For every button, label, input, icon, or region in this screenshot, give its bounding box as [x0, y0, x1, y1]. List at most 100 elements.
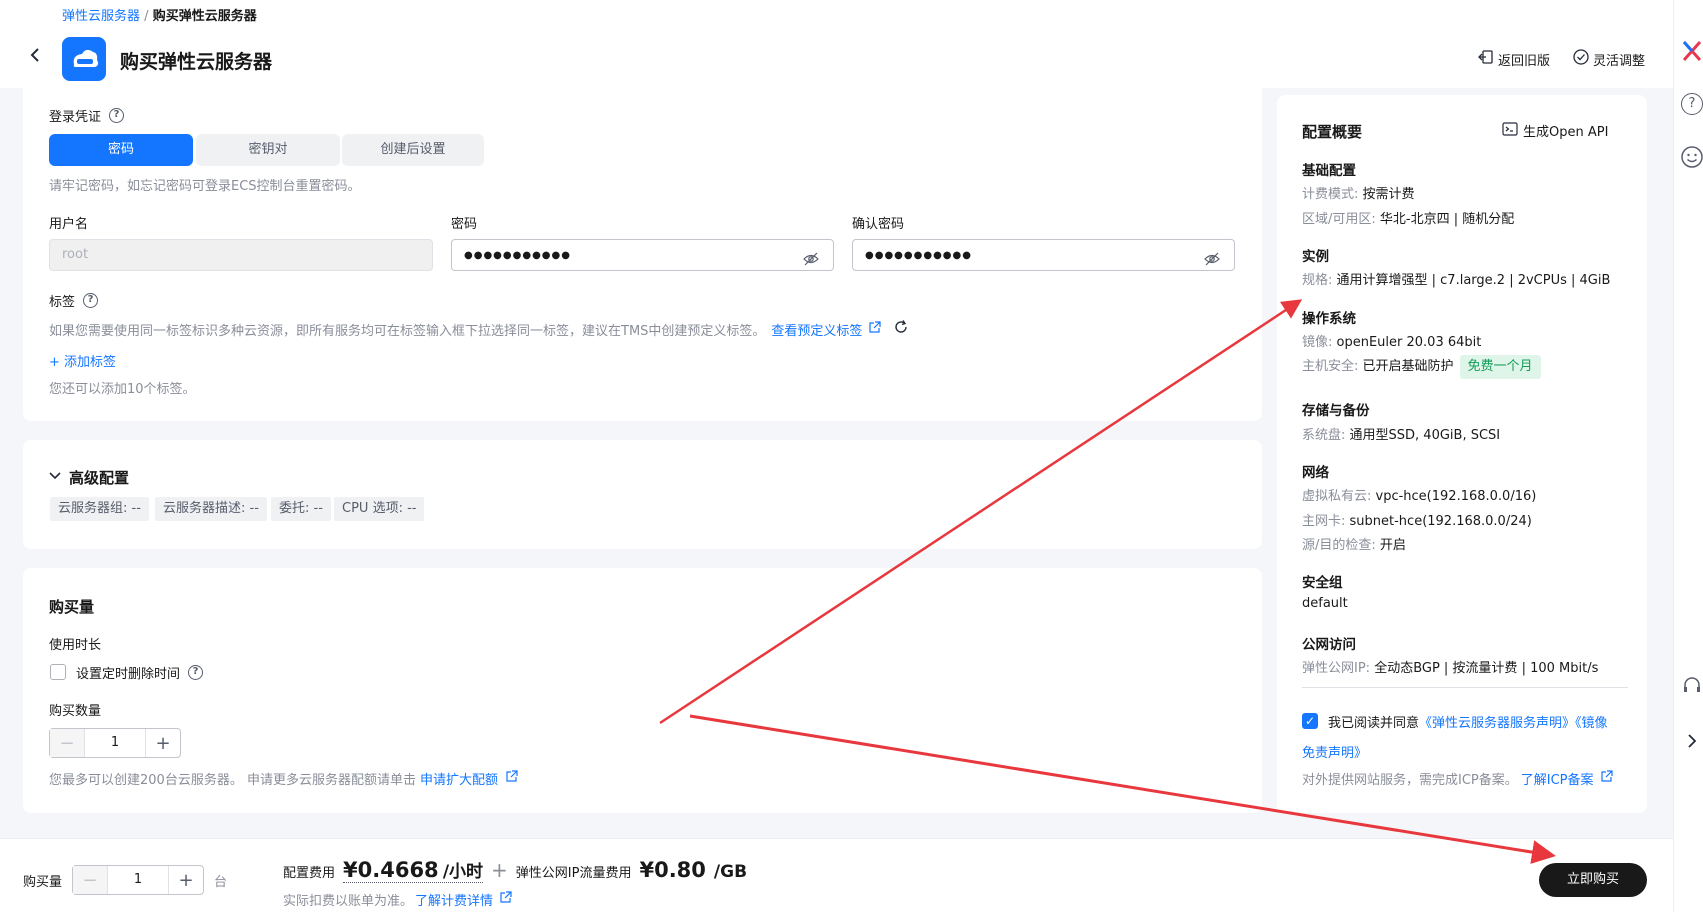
qty-stepper[interactable]: − 1 +	[49, 728, 181, 758]
summary-eip-key: 弹性公网IP:	[1302, 661, 1375, 676]
summary-network-heading: 网络	[1302, 465, 1329, 481]
minus-icon[interactable]: −	[73, 866, 107, 894]
eip-fee-label: 弹性公网IP流量费用	[515, 866, 632, 881]
qty-value[interactable]: 1	[84, 729, 146, 757]
summary-billing-key: 计费模式:	[1302, 187, 1363, 202]
summary-eip-value: 全动态BGP | 按流量计费 | 100 Mbit/s	[1374, 661, 1599, 676]
login-label: 登录凭证	[49, 110, 102, 125]
agree-checkbox[interactable]: ✓	[1302, 713, 1318, 729]
ecs-logo-icon	[62, 37, 106, 81]
help-icon[interactable]: ?	[188, 665, 204, 680]
summary-host-security-value: 已开启基础防护	[1362, 359, 1454, 374]
external-link-icon	[499, 891, 512, 908]
login-tab-keypair[interactable]: 密钥对	[196, 134, 340, 166]
summary-title: 配置概要	[1302, 123, 1363, 141]
breadcrumb-parent-link[interactable]: 弹性云服务器	[62, 9, 140, 24]
summary-os-heading: 操作系统	[1302, 311, 1356, 327]
purchase-title: 购买量	[49, 598, 95, 616]
summary-card	[1277, 95, 1647, 813]
advanced-chip-agency: 委托: --	[271, 497, 331, 521]
summary-vpc-value: vpc-hce(192.168.0.0/16)	[1375, 489, 1537, 504]
flex-adjust-label: 灵活调整	[1593, 53, 1646, 69]
summary-spec-value: 通用计算增强型 | c7.large.2 | 2vCPUs | 4GiB	[1336, 273, 1611, 288]
tags-hint: 如果您需要使用同一标签标识多种云资源，即所有服务均可在标签输入框下拉选择同一标签…	[49, 323, 766, 339]
icp-link[interactable]: 了解ICP备案	[1521, 769, 1594, 788]
exit-icon	[1478, 49, 1494, 69]
login-tab-after-create[interactable]: 创建后设置	[342, 134, 484, 166]
summary-spec: 规格: 通用计算增强型 | c7.large.2 | 2vCPUs | 4GiB	[1302, 269, 1610, 288]
service-statement-link[interactable]: 《弹性云服务器服务声明》《镜像	[1419, 716, 1608, 731]
summary-public-heading: 公网访问	[1302, 637, 1356, 653]
advanced-chip-description: 云服务器描述: --	[155, 497, 267, 521]
agree-text: 我已阅读并同意《弹性云服务器服务声明》《镜像	[1328, 712, 1608, 731]
config-fee-unit: /小时	[442, 862, 484, 882]
summary-divider	[1302, 687, 1628, 688]
tags-label-row: 标签 ?	[49, 291, 99, 310]
eye-off-icon[interactable]	[1204, 248, 1220, 278]
breadcrumb-separator: /	[144, 9, 149, 24]
login-tab-password[interactable]: 密码	[49, 134, 193, 166]
username-input[interactable]: root	[49, 239, 433, 271]
flex-adjust-button[interactable]: 灵活调整	[1573, 49, 1645, 69]
summary-storage-heading: 存储与备份	[1302, 403, 1370, 419]
fee-note: 实际扣费以账单为准。	[283, 894, 414, 909]
summary-image: 镜像: openEuler 20.03 64bit	[1302, 331, 1481, 350]
quota-row: 您最多可以创建200台云服务器。 申请更多云服务器配额请单击 申请扩大配额	[49, 769, 518, 788]
buy-now-button[interactable]: 立即购买	[1539, 863, 1647, 897]
billing-details-link[interactable]: 了解计费详情	[415, 890, 493, 909]
chevron-down-icon	[49, 470, 61, 485]
eye-off-icon[interactable]	[803, 248, 819, 278]
summary-nic: 主网卡: subnet-hce(192.168.0.0/24)	[1302, 510, 1532, 529]
help-icon[interactable]: ?	[83, 293, 99, 308]
summary-nic-value: subnet-hce(192.168.0.0/24)	[1349, 514, 1532, 529]
timed-delete-checkbox[interactable]	[50, 664, 66, 680]
plus-icon[interactable]: +	[169, 866, 203, 894]
confirm-password-value: ●●●●●●●●●●●	[865, 250, 972, 261]
footer-bar	[0, 838, 1673, 912]
back-to-old-button[interactable]: 返回旧版	[1478, 49, 1550, 69]
brand-icon[interactable]	[1682, 40, 1702, 66]
summary-region-key: 区域/可用区:	[1302, 212, 1380, 227]
advanced-card	[23, 440, 1262, 549]
confirm-password-input[interactable]: ●●●●●●●●●●●	[852, 239, 1235, 271]
password-value: ●●●●●●●●●●●	[464, 250, 571, 261]
advanced-chip-server-group: 云服务器组: --	[50, 497, 149, 521]
summary-region-value: 华北-北京四 | 随机分配	[1379, 212, 1515, 227]
qty-label: 购买数量	[49, 704, 102, 719]
fee-note-row: 实际扣费以账单为准。 了解计费详情	[283, 890, 512, 909]
back-icon[interactable]	[28, 47, 44, 63]
breadcrumb-current: 购买弹性云服务器	[152, 9, 257, 24]
generate-api-button[interactable]: 生成Open API	[1502, 121, 1608, 140]
summary-sg-value: default	[1302, 596, 1348, 611]
summary-billing: 计费模式: 按需计费	[1302, 183, 1415, 202]
config-fee-label: 配置费用	[283, 866, 336, 881]
config-fee-group: ¥0.4668 /小时	[343, 857, 484, 883]
timed-delete-row: 设置定时删除时间 ?	[76, 663, 204, 682]
refresh-icon[interactable]	[893, 319, 909, 339]
password-label: 密码	[451, 217, 478, 232]
footer-qty-stepper[interactable]: − 1 +	[72, 865, 204, 895]
image-disclaimer-link[interactable]: 免责声明》	[1302, 742, 1367, 761]
password-input[interactable]: ●●●●●●●●●●●	[451, 239, 834, 271]
plus-icon[interactable]: +	[146, 729, 180, 757]
minus-icon[interactable]: −	[50, 729, 84, 757]
headset-icon[interactable]	[1682, 676, 1702, 700]
help-icon[interactable]: ?	[109, 108, 125, 123]
add-tag-link[interactable]: + 添加标签	[49, 351, 116, 370]
footer-qty-value[interactable]: 1	[107, 866, 169, 894]
eip-fee-value: ¥0.80	[639, 858, 706, 882]
back-to-old-label: 返回旧版	[1498, 53, 1551, 69]
summary-nic-key: 主网卡:	[1302, 514, 1350, 529]
quota-link[interactable]: 申请扩大配额	[420, 769, 498, 788]
tags-remain: 您还可以添加10个标签。	[49, 382, 196, 397]
summary-image-value: openEuler 20.03 64bit	[1336, 335, 1482, 350]
summary-spec-key: 规格:	[1302, 273, 1337, 288]
advanced-toggle[interactable]: 高级配置	[49, 467, 129, 488]
help-icon[interactable]: ?	[1681, 93, 1703, 115]
timed-delete-label: 设置定时删除时间	[76, 667, 181, 682]
login-hint: 请牢记密码，如忘记密码可登录ECS控制台重置密码。	[49, 179, 361, 194]
chevron-right-icon[interactable]	[1686, 733, 1698, 753]
terminal-icon	[1502, 121, 1518, 140]
view-predefined-tags-link[interactable]: 查看预定义标签	[771, 320, 862, 339]
smile-icon[interactable]	[1681, 146, 1703, 172]
